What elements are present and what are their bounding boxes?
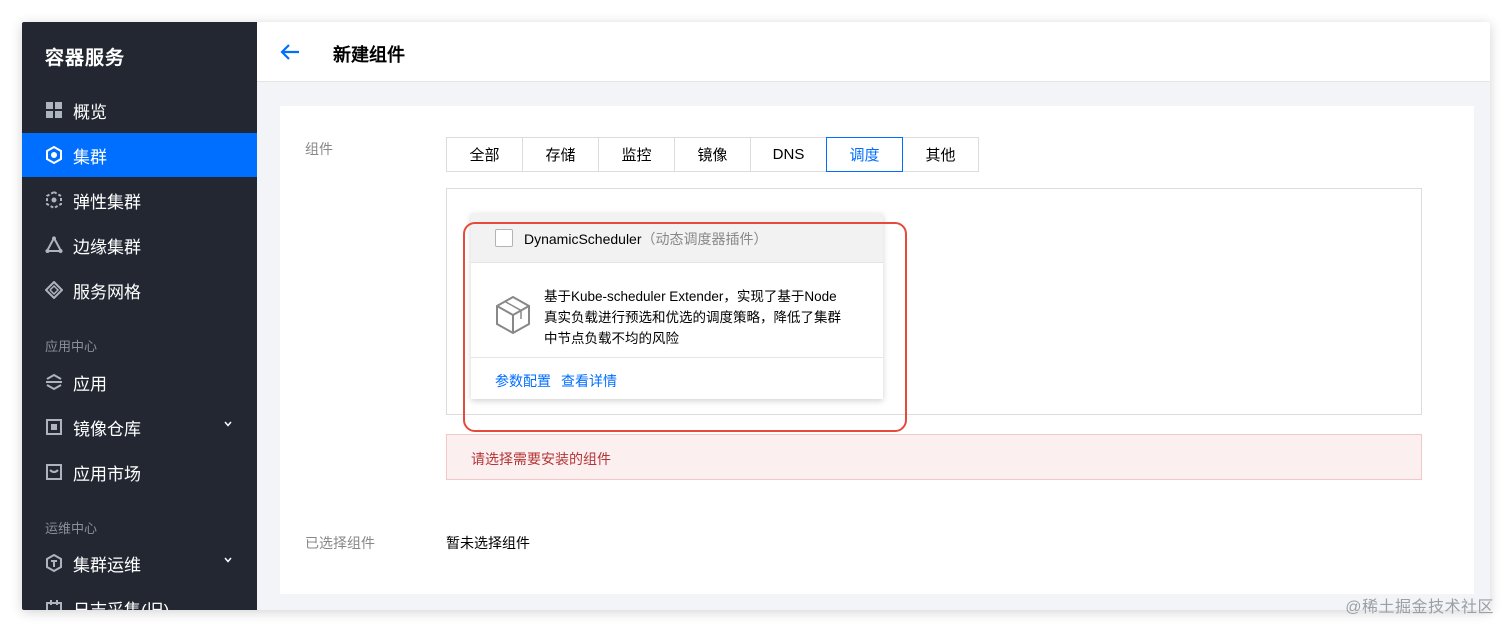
sidebar-item-cluster-ops[interactable]: 集群运维 [22,541,257,585]
component-name-sub: （动态调度器插件） [641,231,768,247]
sidebar-item-label: 边缘集群 [73,237,141,257]
component-card[interactable]: DynamicScheduler（动态调度器插件） 基于Kube-schedul… [471,213,883,399]
cluster-icon [45,146,63,164]
sidebar-item-log[interactable]: 日志采集(旧) [22,586,257,610]
sidebar: 容器服务 概览 集群 弹性集群 边缘集群 服务网格 应用中心 应用 镜像仓库 应… [22,22,257,610]
sidebar-item-label: 集群运维 [73,555,141,575]
main-panel: 组件 全部 存储 监控 镜像 DNS 调度 其他 DynamicSchedule… [280,106,1474,594]
component-name-main: DynamicScheduler [524,231,642,247]
image-repo-icon [45,418,63,436]
sidebar-item-label: 集群 [73,147,107,167]
page-title: 新建组件 [333,45,405,65]
service-mesh-icon [45,281,63,299]
selected-components-value: 暂未选择组件 [446,535,530,551]
selected-components-label: 已选择组件 [305,535,375,551]
category-tabs: 全部 存储 监控 镜像 DNS 调度 其他 [446,137,979,172]
tab-dns[interactable]: DNS [750,137,827,172]
watermark: @稀土掘金技术社区 [1345,599,1494,616]
sidebar-item-label: 日志采集(旧) [73,600,170,611]
cluster-ops-icon [45,554,63,572]
sidebar-item-cluster[interactable]: 集群 [22,133,257,177]
sidebar-item-label: 概览 [73,102,107,122]
error-alert: 请选择需要安装的组件 [446,434,1422,480]
brand-title: 容器服务 [45,48,126,69]
sidebar-item-app-market[interactable]: 应用市场 [22,450,257,494]
dashboard-icon [45,101,63,119]
sidebar-item-label: 应用市场 [73,464,141,484]
description-line: 中节点负载不均的风险 [544,331,679,346]
component-checkbox[interactable] [495,229,513,247]
cube-icon [496,295,530,335]
sidebar-item-label: 服务网格 [73,282,141,302]
sidebar-item-overview[interactable]: 概览 [22,88,257,132]
alert-text: 请选择需要安装的组件 [471,451,611,467]
sidebar-item-label: 应用 [73,374,107,394]
sidebar-item-elastic-cluster[interactable]: 弹性集群 [22,178,257,222]
card-divider [471,357,883,358]
view-details-link[interactable]: 查看详情 [561,371,617,391]
tab-all[interactable]: 全部 [446,137,523,172]
edge-cluster-icon [45,236,63,254]
app-window: 容器服务 概览 集群 弹性集群 边缘集群 服务网格 应用中心 应用 镜像仓库 应… [22,22,1490,610]
chevron-down-icon [224,557,232,563]
component-name: DynamicScheduler（动态调度器插件） [524,229,768,249]
card-header: DynamicScheduler（动态调度器插件） [471,213,883,263]
section-title-app: 应用中心 [45,339,98,354]
sidebar-item-application[interactable]: 应用 [22,360,257,404]
back-arrow-icon[interactable] [279,42,301,62]
sidebar-item-image-repo[interactable]: 镜像仓库 [22,405,257,449]
tab-monitor[interactable]: 监控 [598,137,675,172]
section-title-ops: 运维中心 [45,521,98,536]
component-label: 组件 [305,141,333,157]
application-icon [45,373,63,391]
sidebar-item-label: 镜像仓库 [73,419,141,439]
tab-storage[interactable]: 存储 [522,137,599,172]
component-list: DynamicScheduler（动态调度器插件） 基于Kube-schedul… [446,188,1422,415]
component-description: 基于Kube-scheduler Extender，实现了基于Node 真实负载… [544,286,864,349]
page-header: 新建组件 [257,22,1490,82]
tab-other[interactable]: 其他 [902,137,979,172]
sidebar-item-edge-cluster[interactable]: 边缘集群 [22,223,257,267]
description-line: 真实负载进行预选和优选的调度策略，降低了集群 [544,310,841,325]
config-params-link[interactable]: 参数配置 [495,371,551,391]
app-market-icon [45,463,63,481]
description-line: 基于Kube-scheduler Extender，实现了基于Node [544,289,837,304]
tab-image[interactable]: 镜像 [674,137,751,172]
log-icon [45,599,63,610]
sidebar-item-service-mesh[interactable]: 服务网格 [22,268,257,312]
tab-scheduling[interactable]: 调度 [826,137,903,172]
sidebar-item-label: 弹性集群 [73,192,141,212]
chevron-down-icon [224,421,232,427]
elastic-cluster-icon [45,191,63,209]
